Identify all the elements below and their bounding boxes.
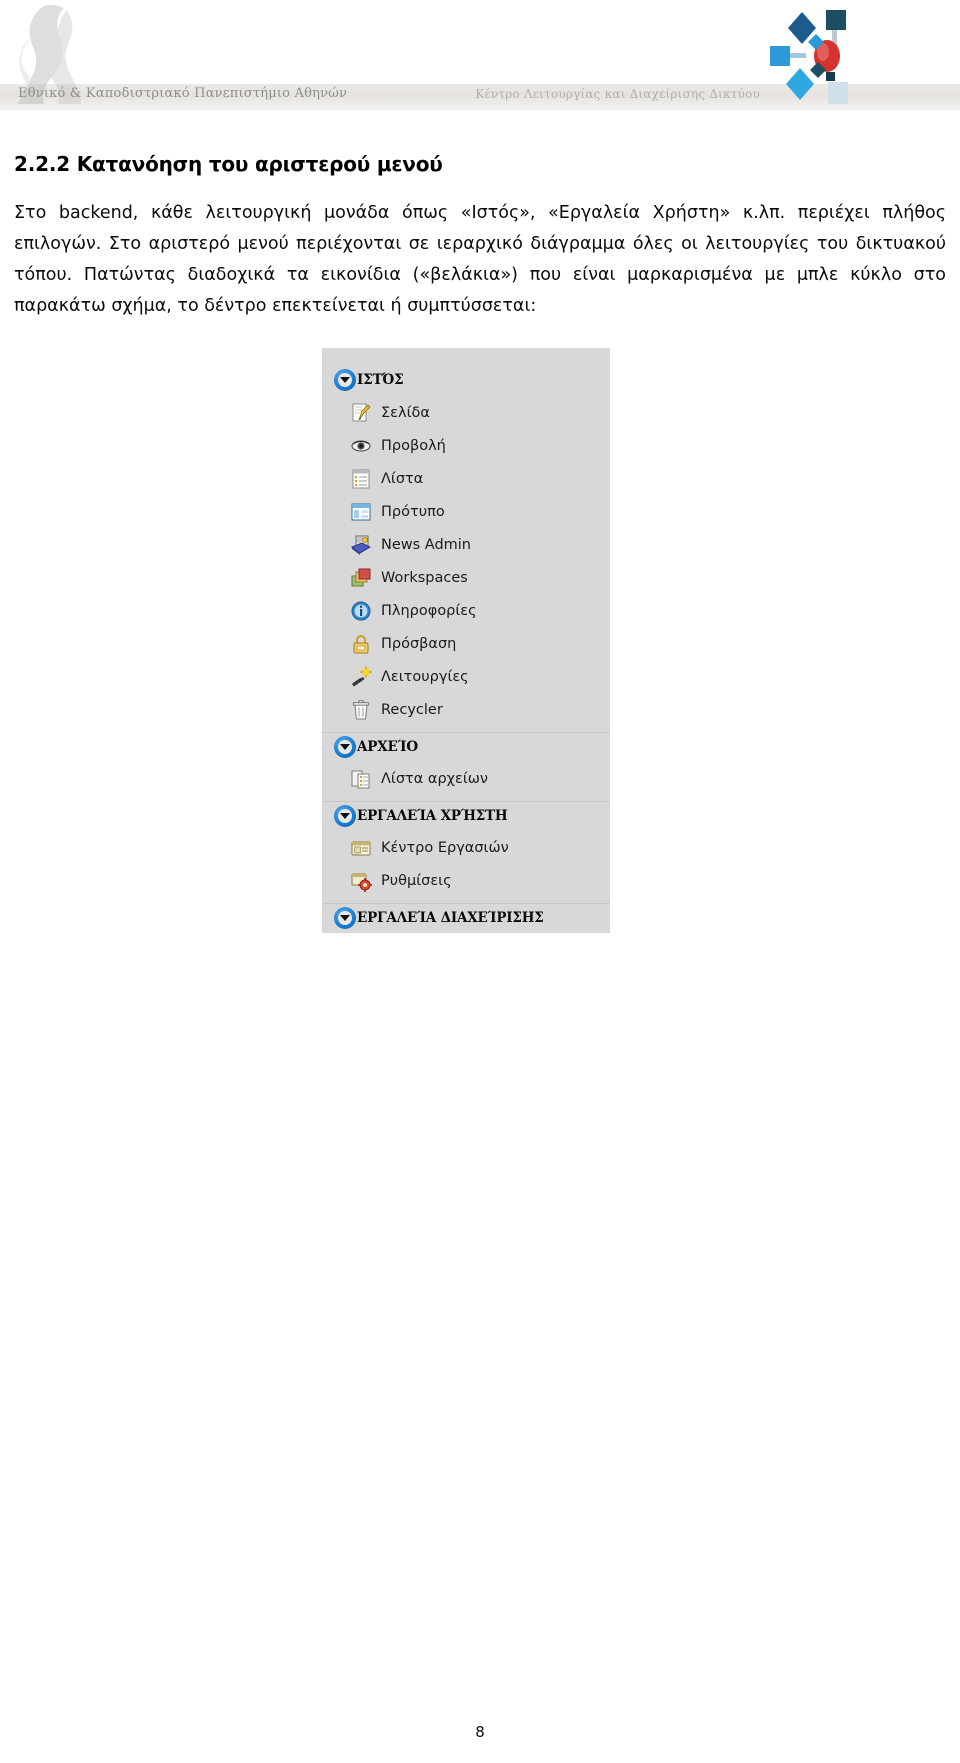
menu-item[interactable]: Πληροφορίες — [322, 594, 610, 627]
trash-recycler-icon — [350, 699, 372, 721]
eye-view-icon — [350, 435, 372, 457]
menu-item[interactable]: Recycler — [322, 693, 610, 726]
collapse-triangle-icon[interactable] — [334, 804, 356, 827]
news-admin-icon — [350, 534, 372, 556]
page-number: 8 — [475, 1723, 485, 1741]
menu-item-label: Ρυθμίσεις — [381, 872, 452, 889]
info-icon — [350, 600, 372, 622]
menu-item-label: Σελίδα — [381, 404, 430, 421]
menu-item-label: Πρότυπο — [381, 503, 445, 520]
list-icon — [350, 468, 372, 490]
filelist-icon — [350, 768, 372, 790]
menu-item-label: Κέντρο Εργασιών — [381, 839, 509, 856]
menu-item-label: Λειτουργίες — [381, 668, 469, 685]
menu-item[interactable]: Σελίδα — [322, 396, 610, 429]
noc-caption: Κέντρο Λειτουργίας και Διαχείρισης Δικτύ… — [475, 87, 760, 101]
menu-item[interactable]: Κέντρο Εργασιών — [322, 831, 610, 864]
menu-item[interactable]: Λειτουργίες — [322, 660, 610, 693]
menu-item[interactable]: Workspaces — [322, 561, 610, 594]
menu-group-items: Σελίδα Προβολή Λίστα Πρότυπο News Admin Works… — [322, 394, 610, 732]
menu-group-label: ΕΡΓΑΛΕΊΑ ΔΙΑΧΕΊΡΙΣΗΣ — [357, 909, 544, 926]
university-caption: Εθνικό & Καποδιστριακό Πανεπιστήμιο Αθην… — [18, 86, 348, 101]
menu-group-header-2[interactable]: ΕΡΓΑΛΕΊΑ ΧΡΉΣΤΗ — [322, 801, 610, 829]
network-nodes-logo-icon — [770, 10, 848, 104]
menu-item[interactable]: Λίστα — [322, 462, 610, 495]
user-settings-icon — [350, 870, 372, 892]
menu-item-label: Λίστα — [381, 470, 424, 487]
menu-item-label: Workspaces — [381, 569, 468, 586]
menu-group-items: Λίστα αρχείων — [322, 760, 610, 801]
magic-wand-functions-icon — [350, 665, 372, 688]
menu-item-label: News Admin — [381, 536, 472, 553]
menu-group: ΑΡΧΕΊΟ Λίστα αρχείων — [322, 732, 610, 801]
menu-item[interactable]: Πρόσβαση — [322, 627, 610, 660]
menu-group-label: ΑΡΧΕΊΟ — [357, 738, 418, 755]
menu-item-label: Λίστα αρχείων — [381, 770, 489, 787]
collapse-triangle-icon[interactable] — [334, 369, 356, 391]
menu-group-header-3[interactable]: ΕΡΓΑΛΕΊΑ ΔΙΑΧΕΊΡΙΣΗΣ — [322, 903, 610, 931]
menu-group-header-0[interactable]: ΙΣΤΌΣ — [322, 366, 610, 394]
body-paragraph: Στο backend, κάθε λειτουργική μονάδα όπω… — [14, 203, 946, 316]
menu-item[interactable]: Προβολή — [322, 429, 610, 462]
menu-group-label: ΙΣΤΌΣ — [357, 372, 404, 388]
menu-group: ΙΣΤΌΣ Σελίδα Προβολή Λίστα Πρότυπο News Admin… — [322, 366, 610, 732]
workspaces-icon — [350, 567, 372, 589]
menu-group-header-1[interactable]: ΑΡΧΕΊΟ — [322, 732, 610, 760]
menu-item[interactable]: News Admin — [322, 528, 610, 561]
lock-access-icon — [350, 633, 372, 655]
template-icon — [350, 501, 372, 523]
menu-group-label: ΕΡΓΑΛΕΊΑ ΧΡΉΣΤΗ — [357, 807, 508, 824]
menu-group: ΕΡΓΑΛΕΊΑ ΔΙΑΧΕΊΡΙΣΗΣ — [322, 903, 610, 931]
figure-wrapper: ΙΣΤΌΣ Σελίδα Προβολή Λίστα Πρότυπο News Admin… — [14, 348, 946, 988]
menu-item[interactable]: Ρυθμίσεις — [322, 864, 610, 897]
menu-group-items: Κέντρο Εργασιών Ρυθμίσεις — [322, 829, 610, 903]
menu-group: ΕΡΓΑΛΕΊΑ ΧΡΉΣΤΗ Κέντρο Εργασιών Ρυθμίσεις — [322, 801, 610, 903]
menu-item[interactable]: Πρότυπο — [322, 495, 610, 528]
menu-item-label: Προβολή — [381, 437, 446, 454]
document-content: 2.2.2 Κατανόηση του αριστερού μενού Στο … — [0, 152, 960, 988]
menu-item-label: Πρόσβαση — [381, 635, 457, 652]
page-title: 2.2.2 Κατανόηση του αριστερού μενού — [14, 152, 443, 176]
task-center-icon — [350, 837, 372, 859]
typo3-backend-left-menu-screenshot: ΙΣΤΌΣ Σελίδα Προβολή Λίστα Πρότυπο News Admin… — [322, 348, 610, 933]
collapse-triangle-icon[interactable] — [334, 906, 356, 929]
page-edit-icon — [350, 402, 372, 424]
collapse-triangle-icon[interactable] — [334, 735, 356, 758]
document-header: Εθνικό & Καποδιστριακό Πανεπιστήμιο Αθην… — [0, 0, 960, 110]
menu-item[interactable]: Λίστα αρχείων — [322, 762, 610, 795]
menu-item-label: Recycler — [381, 701, 443, 718]
menu-item-label: Πληροφορίες — [381, 602, 477, 619]
